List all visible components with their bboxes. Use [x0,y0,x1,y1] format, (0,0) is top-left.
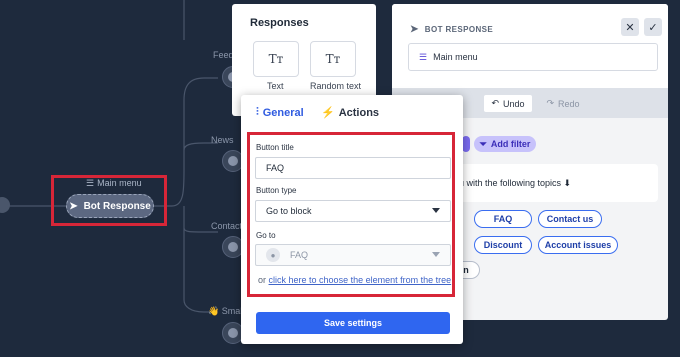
bolt-icon: ⚡ [321,107,335,119]
sliders-icon: ⫶ [256,106,259,118]
user-icon: ● [266,248,280,262]
quick-reply-account-issues[interactable]: Account issues [538,236,618,254]
bot-response-header: ➤ BOT RESPONSE ✕ ✓ ☰ Main menu [392,4,668,88]
close-icon: ✕ [625,21,635,34]
tree-link-row: or click here to choose the element from… [258,275,452,285]
text-response-label: Text [267,81,284,91]
block-name-value: Main menu [433,52,478,62]
button-title-input[interactable]: FAQ [255,157,451,179]
redo-icon: ↷ [546,98,555,108]
send-icon: ➤ [410,24,419,35]
save-settings-button[interactable]: Save settings [256,312,450,334]
node-label-feed: Feed [213,50,234,60]
tab-actions[interactable]: ⚡ Actions [321,106,379,120]
tab-general[interactable]: ⫶ General [256,106,304,119]
check-icon: ✓ [648,21,658,34]
button-type-select[interactable]: Go to block [255,200,451,222]
button-type-label: Button type [256,186,297,195]
redo-button[interactable]: ↷ Redo [539,95,587,112]
goto-value: FAQ [290,250,309,260]
caret-down-icon [432,252,440,257]
goto-select[interactable]: ● FAQ [255,244,451,266]
quick-reply-discount[interactable]: Discount [474,236,532,254]
random-text-response-button[interactable]: Tт [310,41,356,77]
quick-reply-contact-us[interactable]: Contact us [538,210,602,228]
goto-label: Go to [256,231,276,240]
add-filter-button[interactable]: ⏷ Add filter [474,136,536,152]
button-type-value: Go to block [266,206,312,216]
menu-icon: ☰ [419,51,428,62]
random-text-icon: Tт [325,52,341,66]
random-text-response-label: Random text [310,81,362,91]
undo-button[interactable]: ↶ Undo [484,95,532,112]
node-label-contact: Contact [211,221,243,231]
button-title-label: Button title [256,143,294,152]
filter-icon: ⏷ [479,138,487,149]
message-text: ou with the following topics ⬇ [454,177,572,188]
caret-down-icon [432,208,440,213]
node-label-small: 👋 Small [208,306,245,316]
text-response-button[interactable]: Tт [253,41,299,77]
text-icon: Tт [268,52,284,66]
close-button[interactable]: ✕ [621,18,639,36]
node-label-news: News [211,135,234,145]
button-title-value: FAQ [266,163,285,173]
filter-tag[interactable] [462,136,470,152]
button-settings-popover: ⫶ General ⚡ Actions Button title FAQ Butto… [241,95,463,344]
wave-icon: 👋 [208,306,222,316]
block-name-field[interactable]: ☰ Main menu [408,43,658,71]
choose-from-tree-link[interactable]: click here to choose the element from th… [269,275,452,285]
bot-response-title: ➤ BOT RESPONSE [410,24,494,35]
undo-icon: ↶ [491,98,500,108]
confirm-button[interactable]: ✓ [644,18,662,36]
highlight-box-node [51,175,167,226]
message-bubble[interactable]: ou with the following topics ⬇ [454,164,658,202]
quick-reply-faq[interactable]: FAQ [474,210,532,228]
responses-title: Responses [250,17,309,29]
